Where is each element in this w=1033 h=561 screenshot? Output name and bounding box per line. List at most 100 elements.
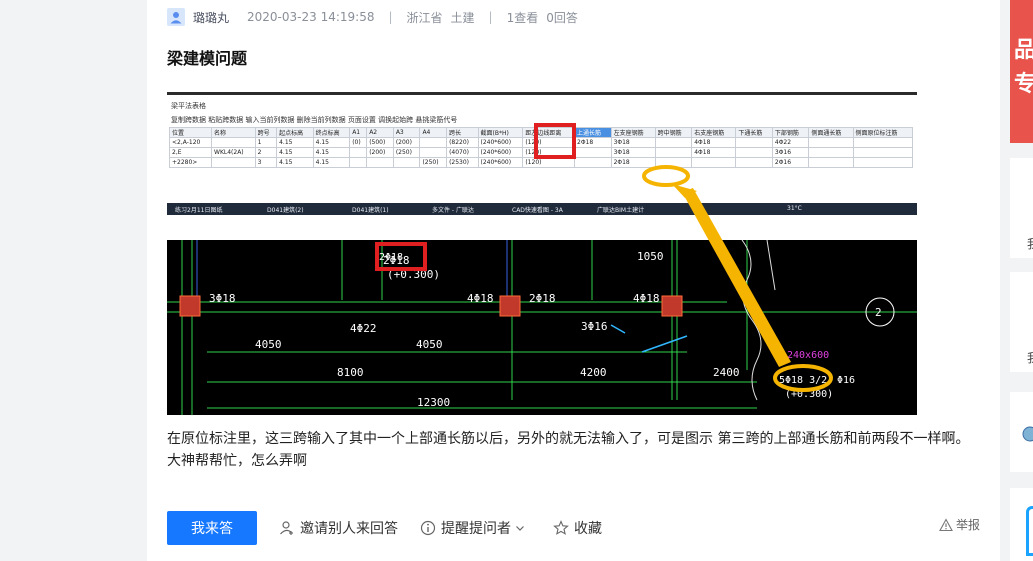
software-screenshot[interactable]: 梁平法表格 复制跨数据 粘贴跨数据 输入当前列数据 删除当前列数据 页面设置 调…: [167, 92, 917, 215]
remind-label: 提醒提问者: [441, 521, 511, 537]
table-cell: 4Φ18: [691, 147, 737, 158]
table-cell: [654, 157, 693, 168]
cad-label: 4Φ22: [350, 322, 377, 335]
table-cell: 3: [254, 157, 278, 168]
table-header: A2: [366, 127, 394, 138]
user-avatar[interactable]: [167, 8, 185, 26]
table-header: 侧面原位标注筋: [852, 127, 914, 138]
table-header: 右支座钢筋: [691, 127, 737, 138]
cad-label: 240x600: [787, 350, 829, 361]
question-title: 梁建模问题: [167, 49, 248, 68]
table-cell: WKL4(2A): [211, 147, 256, 158]
taskbar-clock: 31°C: [787, 205, 802, 212]
cad-label: 8100: [337, 366, 364, 379]
cad-label: 5Φ18 3/2: [779, 375, 827, 386]
table-cell: (120): [522, 157, 576, 168]
table-cell: (0): [349, 137, 368, 148]
username[interactable]: 璐璐丸: [193, 9, 229, 26]
table-cell: [735, 157, 773, 168]
table-cell: (120): [522, 137, 576, 148]
taskbar-item: CAD快速看图 - 3A: [512, 207, 563, 214]
cad-label: 3Φ16: [581, 320, 608, 333]
table-cell: (240*600): [477, 137, 524, 148]
view-count: 1查看: [506, 10, 539, 25]
table-header: 跨号: [254, 127, 278, 138]
user-icon: [170, 12, 182, 24]
location: 浙江省: [406, 10, 443, 25]
table-cell: (250): [419, 157, 448, 168]
table-header: 距左边线距离: [522, 127, 576, 138]
table-cell: (200): [366, 147, 394, 158]
table-cell: [654, 137, 693, 148]
table-header: 位置: [168, 127, 213, 138]
table-header: 截面(B*H): [477, 127, 524, 138]
cad-label: (+0.300): [785, 389, 833, 400]
table-cell: 4.15: [276, 157, 314, 168]
cad-label: 4050: [255, 338, 282, 351]
table-header: 终点标高: [312, 127, 351, 138]
sidebar-text: 我: [1027, 235, 1033, 252]
category-tag[interactable]: 土建: [451, 9, 475, 26]
table-cell: 2Φ18: [610, 157, 656, 168]
favorite-label: 收藏: [574, 521, 602, 537]
sidebar-card[interactable]: [1010, 392, 1033, 472]
os-taskbar: 练习2月11日图纸 D041建筑(2) D041建筑(1) 多文件 - 广联达 …: [167, 203, 917, 215]
info-icon: [420, 520, 436, 536]
table-cell: [349, 157, 368, 168]
answer-button[interactable]: 我来答: [167, 511, 257, 545]
sidebar-banner[interactable]: 品 专: [1010, 0, 1033, 143]
table-header: 跨长: [446, 127, 479, 138]
table-header: 跨中钢筋: [654, 127, 693, 138]
table-cell: [808, 137, 854, 148]
table-cell: [852, 157, 914, 168]
table-cell: [735, 147, 773, 158]
meta-separator: |: [488, 10, 493, 24]
table-cell: [349, 147, 368, 158]
table-cell: [419, 147, 448, 158]
cad-label: 1050: [637, 250, 664, 263]
table-cell: 4Φ18: [691, 137, 737, 148]
table-header-row: 位置 名称 跨号 起点标高 终点标高 A1 A2 A3 A4 跨长 截面(B*H…: [168, 127, 914, 138]
remind-button[interactable]: 提醒提问者: [420, 518, 531, 538]
table-header: 下部钢筋: [771, 127, 810, 138]
banner-char: 品: [1014, 38, 1033, 63]
cad-drawing[interactable]: 3Φ18 2Φ18 4Φ18 2Φ18 4Φ18 4Φ22 3Φ16 4050 …: [167, 240, 917, 415]
table-cell: 3Φ18: [610, 137, 656, 148]
cad-label: 2Φ18: [379, 252, 403, 263]
table-cell: (240*600): [477, 157, 524, 168]
favorite-button[interactable]: 收藏: [553, 518, 602, 538]
cad-label-axis: 2: [875, 306, 882, 319]
table-header: 名称: [211, 127, 256, 138]
table-cell: 4Φ22: [771, 137, 810, 148]
table-header: 起点标高: [276, 127, 314, 138]
cad-label: 12300: [417, 396, 450, 409]
answer-count: 0回答: [546, 10, 578, 25]
table-cell: 2,E: [168, 147, 213, 158]
cad-label: 2Φ18: [529, 292, 556, 305]
cad-label: 4Φ18: [467, 292, 494, 305]
question-body: 在原位标注里，这三跨输入了其中一个上部通长筋以后，另外的就无法输入了，可是图示 …: [167, 431, 970, 469]
invite-button[interactable]: 邀请别人来回答: [279, 518, 398, 538]
cad-label: (+0.300): [387, 268, 440, 281]
chevron-down-icon: [516, 526, 524, 531]
table-cell: 4.15: [312, 137, 351, 148]
avatar-icon: [1022, 426, 1033, 442]
star-icon: [553, 520, 569, 535]
table-cell: (2530): [446, 157, 479, 168]
table-cell: (240*600): [477, 147, 524, 158]
table-cell: (200): [392, 137, 421, 148]
table-header-highlight: 上通长筋: [574, 127, 612, 138]
invite-label: 邀请别人来回答: [300, 521, 398, 537]
table-cell: 1: [254, 137, 278, 148]
table-cell: [574, 147, 612, 158]
taskbar-item: 练习2月11日图纸: [175, 207, 223, 214]
question-meta: 璐璐丸 2020-03-23 14:19:58 | 浙江省 土建 | 1查看 0…: [167, 8, 578, 26]
cad-label: 2400: [713, 366, 740, 379]
taskbar-item: D041建筑(1): [352, 207, 389, 214]
table-cell: [654, 147, 693, 158]
table-cell: +2280>: [168, 157, 213, 168]
table-cell: 3Φ18: [610, 147, 656, 158]
cad-svg: 3Φ18 2Φ18 4Φ18 2Φ18 4Φ18 4Φ22 3Φ16 4050 …: [167, 240, 917, 415]
report-button[interactable]: 举报: [939, 516, 980, 533]
sidebar-card[interactable]: [1010, 488, 1033, 561]
